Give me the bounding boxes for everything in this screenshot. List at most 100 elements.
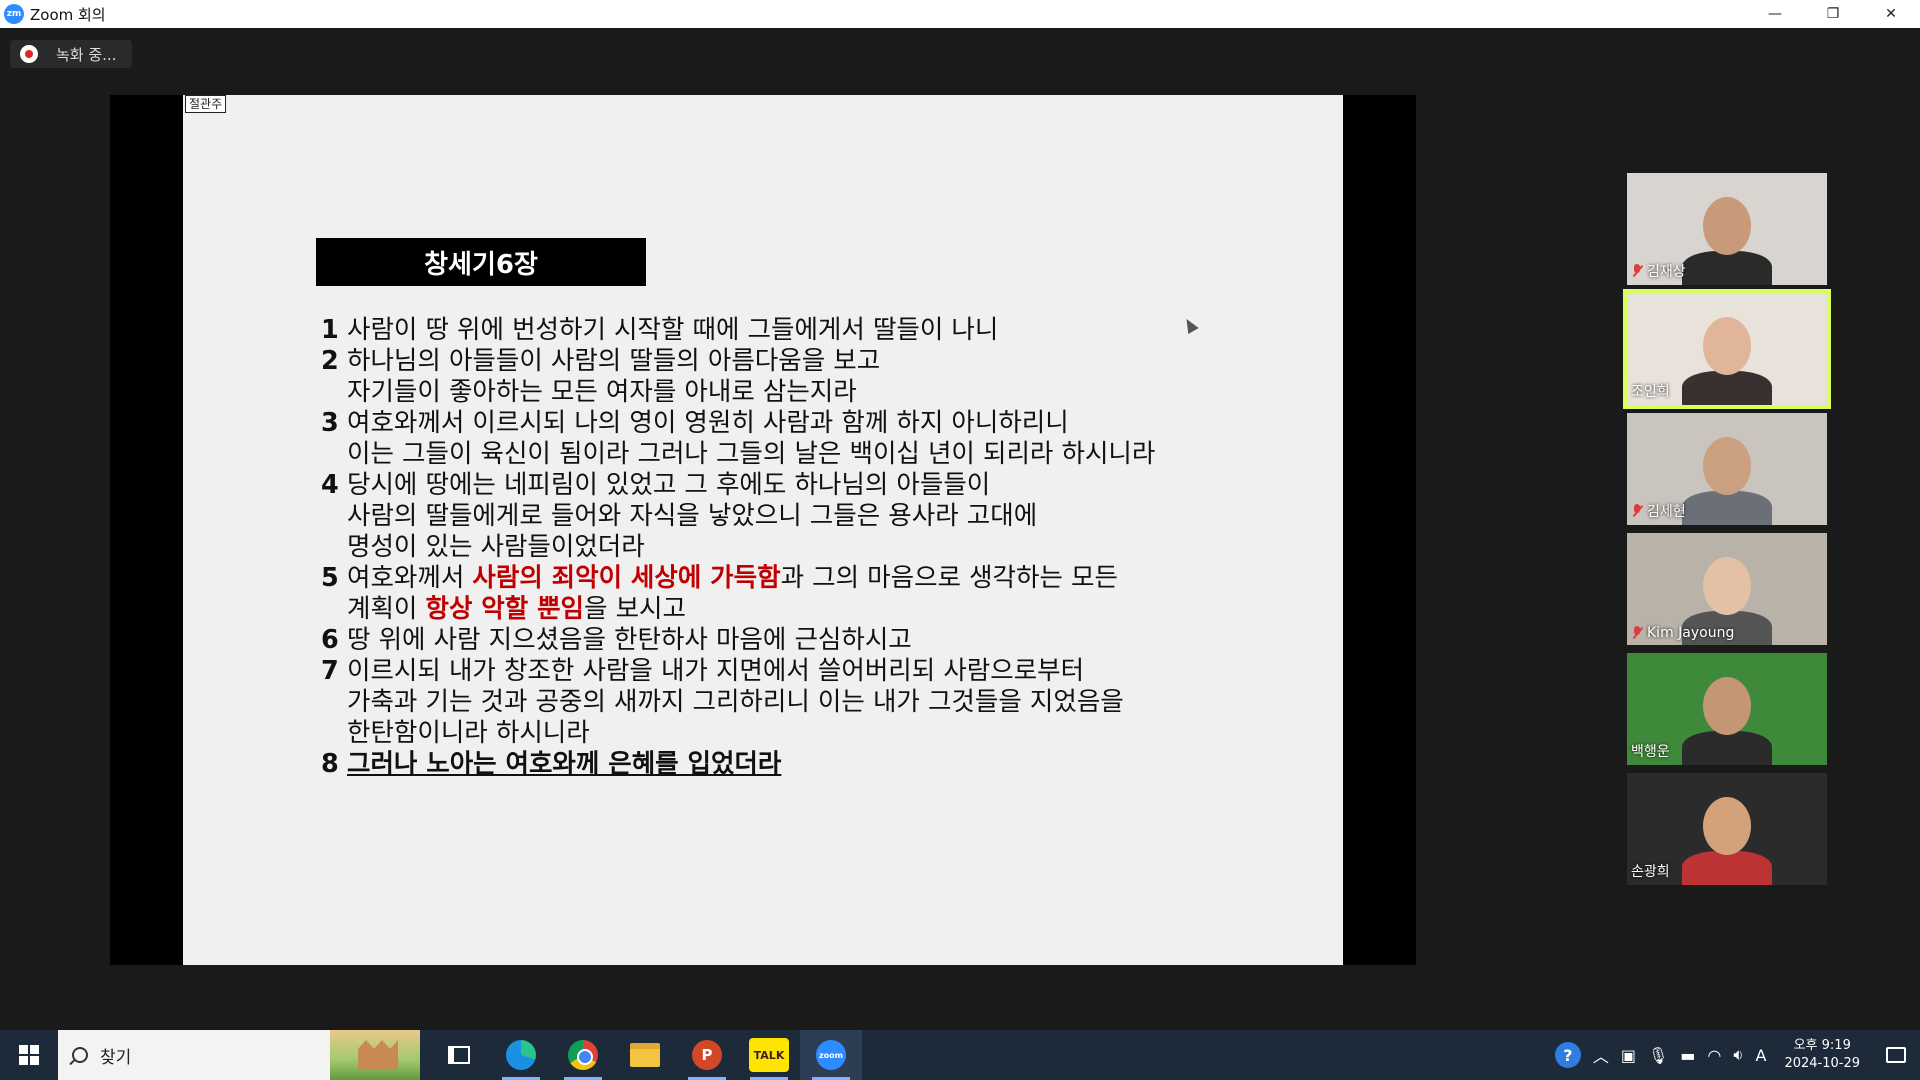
- title-bar: zm Zoom 회의 — ❐ ✕: [0, 0, 1920, 28]
- verse-segment: 사람의 딸들에게로 들어와 자식을 낳았으니 그들은 용사라 고대에: [347, 501, 1038, 531]
- verse-number: 2: [321, 346, 339, 376]
- verse: 3 여호와께서 이르시되 나의 영이 영원히 사람과 함께 하지 아니하리니 이는 …: [321, 408, 1331, 470]
- participant-face: [1703, 677, 1751, 735]
- zoom-taskbar-button[interactable]: zoom: [800, 1030, 862, 1080]
- edge-icon: [506, 1040, 536, 1070]
- chrome-button[interactable]: [552, 1030, 614, 1080]
- microphone-button[interactable]: 🎙︎: [1642, 1030, 1674, 1080]
- zoom-app-icon: zm: [4, 4, 24, 24]
- participant-name-tag: 조인희: [1631, 381, 1670, 401]
- verse-line: 이는 그들이 육신이 됨이라 그러나 그들의 날은 백이십 년이 되리라 하시니…: [347, 439, 1155, 470]
- record-icon: [20, 45, 38, 63]
- verse-segment: 명성이 있는 사람들이었더라: [347, 532, 645, 562]
- verse-text: 여호와께서 이르시되 나의 영이 영원히 사람과 함께 하지 아니하리니 이는 그…: [347, 408, 1155, 470]
- verse-list: 1 사람이 땅 위에 번성하기 시작할 때에 그들에게서 딸들이 나니 2 하나님의 …: [321, 315, 1331, 780]
- battery-button[interactable]: ▬: [1674, 1030, 1701, 1080]
- powerpoint-button[interactable]: P: [676, 1030, 738, 1080]
- participant-tile[interactable]: 손광희: [1627, 773, 1827, 885]
- participant-tile[interactable]: Kim Jayoung: [1627, 533, 1827, 645]
- start-button[interactable]: [0, 1030, 58, 1080]
- system-tray: ? ︿ ▣ 🎙︎ ▬ ◠ 🔉︎ A 오후 9:19 2024-10-29: [1549, 1030, 1920, 1080]
- taskbar-clock[interactable]: 오후 9:19 2024-10-29: [1772, 1037, 1872, 1073]
- participant-name-tag: 김세현: [1631, 501, 1686, 521]
- verse-segment: 이르시되 내가 창조한 사람을 내가 지면에서 쓸어버리되 사람으로부터: [347, 656, 1085, 686]
- highlighted-text: 사람의 죄악이 세상에 가득함: [472, 563, 781, 593]
- shared-screen[interactable]: 절관주 창세기6장 1 사람이 땅 위에 번성하기 시작할 때에 그들에게서 딸들…: [110, 95, 1416, 965]
- participant-face: [1703, 437, 1751, 495]
- participant-name: 김재상: [1647, 264, 1686, 280]
- verse-text: 그러나 노아는 여호와께 은혜를 입었더라: [347, 749, 781, 780]
- participant-tile[interactable]: 조인희: [1623, 289, 1831, 409]
- participant-name: 백행운: [1631, 744, 1670, 760]
- notification-center-icon[interactable]: [1886, 1047, 1906, 1063]
- verse-line: 사람이 땅 위에 번성하기 시작할 때에 그들에게서 딸들이 나니: [347, 315, 998, 346]
- powerpoint-icon: P: [692, 1040, 722, 1070]
- verse-segment: 가축과 기는 것과 공중의 새까지 그리하리니 이는 내가 그것들을 지었음을: [347, 687, 1124, 717]
- verse: 1 사람이 땅 위에 번성하기 시작할 때에 그들에게서 딸들이 나니: [321, 315, 1331, 346]
- recording-indicator[interactable]: 녹화 중...: [10, 40, 133, 68]
- close-button[interactable]: ✕: [1862, 0, 1920, 28]
- verse-number: 4: [321, 470, 339, 500]
- verse-line: 명성이 있는 사람들이었더라: [347, 532, 1037, 563]
- restore-button[interactable]: ❐: [1804, 0, 1862, 28]
- verse-number: 7: [321, 656, 339, 686]
- verse-text: 사람이 땅 위에 번성하기 시작할 때에 그들에게서 딸들이 나니: [347, 315, 998, 346]
- participant-tile[interactable]: 백행운: [1627, 653, 1827, 765]
- verse-text: 당시에 땅에는 네피림이 있었고 그 후에도 하나님의 아들들이 사람의 딸들에게…: [347, 470, 1037, 563]
- help-button[interactable]: ?: [1549, 1030, 1587, 1080]
- verse-line: 그러나 노아는 여호와께 은혜를 입었더라: [347, 749, 781, 780]
- verse-text: 이르시되 내가 창조한 사람을 내가 지면에서 쓸어버리되 사람으로부터 가축과 …: [347, 656, 1124, 749]
- participant-name: 조인희: [1631, 384, 1670, 400]
- verse-segment: 과 그의 마음으로 생각하는 모든: [780, 563, 1118, 593]
- edge-button[interactable]: [490, 1030, 552, 1080]
- slide-heading: 창세기6장: [316, 238, 646, 286]
- clock-time: 오후 9:19: [1793, 1038, 1851, 1053]
- battery-icon: ▬: [1680, 1045, 1696, 1065]
- kakaotalk-button[interactable]: TALK: [738, 1030, 800, 1080]
- verse-line: 이르시되 내가 창조한 사람을 내가 지면에서 쓸어버리되 사람으로부터: [347, 656, 1124, 687]
- windows-logo-icon: [19, 1045, 39, 1065]
- file-explorer-button[interactable]: [614, 1030, 676, 1080]
- taskbar-search[interactable]: 찾기: [58, 1030, 420, 1080]
- ime-indicator[interactable]: A: [1749, 1030, 1772, 1080]
- verse-segment: 한탄함이니라 하시니라: [347, 718, 590, 748]
- verse-number: 6: [321, 625, 339, 655]
- verse-text: 여호와께서 사람의 죄악이 세상에 가득함과 그의 마음으로 생각하는 모든 계획…: [347, 563, 1118, 625]
- participant-face: [1703, 197, 1751, 255]
- participant-body: [1682, 371, 1772, 405]
- verse-number: 8: [321, 749, 339, 779]
- taskbar: 찾기 P TALK zoom ? ︿ ▣ 🎙︎ ▬ ◠ 🔉︎ A 오후 9:19…: [0, 1030, 1920, 1080]
- task-view-button[interactable]: [428, 1030, 490, 1080]
- muted-mic-icon: [1631, 504, 1643, 518]
- folder-icon: [630, 1043, 660, 1067]
- verse-number: 1: [321, 315, 339, 345]
- verse-segment: 을 보시고: [584, 594, 686, 624]
- verse-line: 가축과 기는 것과 공중의 새까지 그리하리니 이는 내가 그것들을 지었음을: [347, 687, 1124, 718]
- verse: 2 하나님의 아들들이 사람의 딸들의 아름다움을 보고 자기들이 좋아하는 모든 …: [321, 346, 1331, 408]
- participant-name-tag: 손광희: [1631, 861, 1670, 881]
- kakaotalk-icon: TALK: [749, 1038, 789, 1072]
- search-placeholder: 찾기: [100, 1047, 132, 1068]
- verse-line: 여호와께서 이르시되 나의 영이 영원히 사람과 함께 하지 아니하리니: [347, 408, 1155, 439]
- verse-segment: 땅 위에 사람 지으셨음을 한탄하사 마음에 근심하시고: [347, 625, 912, 655]
- network-button[interactable]: ◠: [1701, 1030, 1727, 1080]
- window-title: Zoom 회의: [30, 5, 106, 24]
- meet-now-button[interactable]: ▣: [1615, 1030, 1642, 1080]
- participant-tile[interactable]: 김재상: [1627, 173, 1827, 285]
- participant-name-tag: 김재상: [1631, 261, 1686, 281]
- participant-name-tag: Kim Jayoung: [1631, 625, 1734, 641]
- verse-segment: 하나님의 아들들이 사람의 딸들의 아름다움을 보고: [347, 346, 881, 376]
- minimize-button[interactable]: —: [1746, 0, 1804, 28]
- presentation-slide: 절관주 창세기6장 1 사람이 땅 위에 번성하기 시작할 때에 그들에게서 딸들…: [183, 95, 1343, 965]
- participant-name: 김세현: [1647, 504, 1686, 520]
- show-hidden-icons-button[interactable]: ︿: [1587, 1030, 1615, 1080]
- wifi-icon: ◠: [1707, 1045, 1722, 1065]
- participant-name-tag: 백행운: [1631, 741, 1670, 761]
- clock-date: 2024-10-29: [1784, 1056, 1860, 1071]
- participant-face: [1703, 317, 1751, 375]
- verse-segment: 여호와께서: [347, 563, 473, 593]
- volume-button[interactable]: 🔉︎: [1727, 1030, 1749, 1080]
- taskbar-apps: P TALK zoom: [428, 1030, 862, 1080]
- participant-tile[interactable]: 김세현: [1627, 413, 1827, 525]
- search-highlight-image: [330, 1030, 420, 1080]
